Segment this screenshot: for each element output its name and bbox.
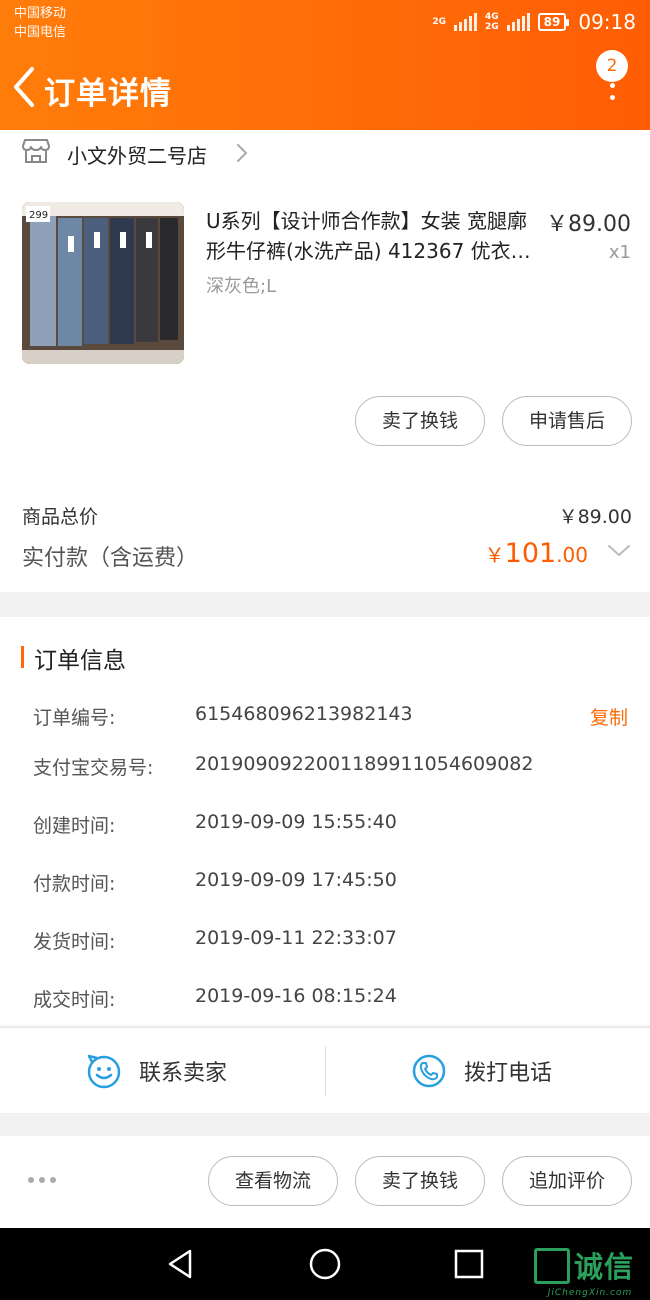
info-value: 2019-09-16 08:15:24 [195,985,397,1007]
nav-back-icon[interactable] [162,1246,198,1282]
signal-2-icon [506,13,530,31]
page-title: 订单详情 [44,76,172,112]
contact-seller-label: 联系卖家 [139,1061,228,1086]
jeans-photo: 299 [22,202,184,364]
product-spec: 深灰色;L [206,276,277,297]
sell-exchange-button-bottom[interactable]: 卖了换钱 [355,1156,485,1206]
more-vertical-icon [610,83,615,88]
watermark-icon [534,1248,570,1284]
bottom-action-bar: 查看物流 卖了换钱 追加评价 [0,1136,650,1228]
info-label: 成交时间: [33,989,116,1011]
carrier-info: 中国移动 中国电信 [14,4,66,42]
product-row[interactable]: 299 U系列【设计师合作款】女装 宽腿廓形牛仔裤(水洗产品) 412367 优… [0,200,650,370]
info-row-shipped: 发货时间: 2019-09-11 22:33:07 [0,927,650,957]
info-row-completed: 成交时间: 2019-09-16 08:15:24 [0,985,650,1015]
sell-exchange-button[interactable]: 卖了换钱 [355,396,485,446]
copy-button[interactable]: 复制 [590,703,628,730]
apply-after-sale-button[interactable]: 申请售后 [502,396,632,446]
store-name: 小文外贸二号店 [67,144,207,168]
info-label: 订单编号: [33,707,116,729]
order-item-card: 小文外贸二号店 299 U系列【设计师合作款】女装 宽腿廓形牛仔裤(水洗产品) … [0,130,650,592]
watermark-subtext: JiChengXin.com [547,1288,633,1298]
info-value: 2019-09-11 22:33:07 [195,927,397,949]
watermark-logo: 诚信 JiChengXin.com [534,1248,646,1300]
goods-total-label: 商品总价 [22,506,99,528]
store-row[interactable]: 小文外贸二号店 [0,130,650,176]
notification-badge: 2 [596,50,628,82]
info-label: 支付宝交易号: [33,757,154,779]
info-value: 2019-09-09 15:55:40 [195,811,397,833]
chevron-down-icon [608,545,630,557]
status-bar: 中国移动 中国电信 2G 4G 2G 89 09:18 [0,0,650,44]
battery-icon: 89 [537,13,570,31]
status-icons: 2G 4G 2G 89 09:18 [432,9,636,35]
network-type-2: 4G 2G [485,11,499,32]
paid-label: 实付款（含运费） [22,546,199,571]
info-value: 2019-09-09 17:45:50 [195,869,397,891]
chevron-left-icon [14,67,34,107]
info-row-alipay-number: 支付宝交易号: 2019090922001189911054609082 [0,753,650,783]
phone-icon [412,1054,446,1088]
info-row-order-number: 订单编号: 615468096213982143 复制 [0,703,650,733]
chat-face-icon [87,1054,121,1089]
clock: 09:18 [578,10,636,34]
product-name: U系列【设计师合作款】女装 宽腿廓形牛仔裤(水洗产品) 412367 优衣库UN… [206,209,531,263]
section-accent-bar [21,646,24,668]
back-button[interactable] [8,64,42,110]
store-icon [22,139,50,163]
price-tag-text: 299 [29,210,48,221]
info-label: 创建时间: [33,815,116,837]
carrier-1: 中国移动 [14,6,67,21]
info-value: 2019090922001189911054609082 [195,753,534,775]
goods-total-row: 商品总价 ￥89.00 [22,502,632,528]
header: 中国移动 中国电信 2G 4G 2G 89 09:18 订单详情 2 [0,0,650,130]
info-value: 615468096213982143 [195,703,413,725]
signal-icon [454,13,477,31]
contact-row: 联系卖家 拨打电话 [0,1027,650,1113]
watermark-text: 诚信 [574,1250,635,1284]
more-horizontal-icon [28,1177,34,1183]
goods-total-value: ￥89.00 [558,506,632,528]
chevron-right-icon [237,144,248,162]
view-logistics-button[interactable]: 查看物流 [208,1156,338,1206]
more-menu-button[interactable]: 2 [594,50,630,110]
nav-recents-icon[interactable] [451,1246,487,1282]
info-label: 付款时间: [33,873,116,895]
paid-amount: ￥101.00 [484,538,588,569]
contact-seller-button[interactable]: 联系卖家 [0,1028,325,1114]
network-type-1: 2G [432,16,446,27]
order-info-title: 订单信息 [34,648,126,674]
info-row-paid: 付款时间: 2019-09-09 17:45:50 [0,869,650,899]
call-phone-button[interactable]: 拨打电话 [325,1028,650,1114]
info-label: 发货时间: [33,931,116,953]
info-row-created: 创建时间: 2019-09-09 15:55:40 [0,811,650,841]
product-price: ￥89.00 [546,212,631,237]
add-review-button[interactable]: 追加评价 [502,1156,632,1206]
more-actions-button[interactable] [28,1174,60,1186]
order-info-card: 订单信息 订单编号: 615468096213982143 复制 支付宝交易号:… [0,617,650,1025]
carrier-2: 中国电信 [14,25,67,40]
product-quantity: x1 [608,242,631,263]
nav-home-icon[interactable] [307,1246,343,1282]
product-image[interactable]: 299 [22,202,184,364]
call-phone-label: 拨打电话 [464,1061,553,1086]
paid-total-row[interactable]: 实付款（含运费） ￥101.00 [22,538,632,574]
